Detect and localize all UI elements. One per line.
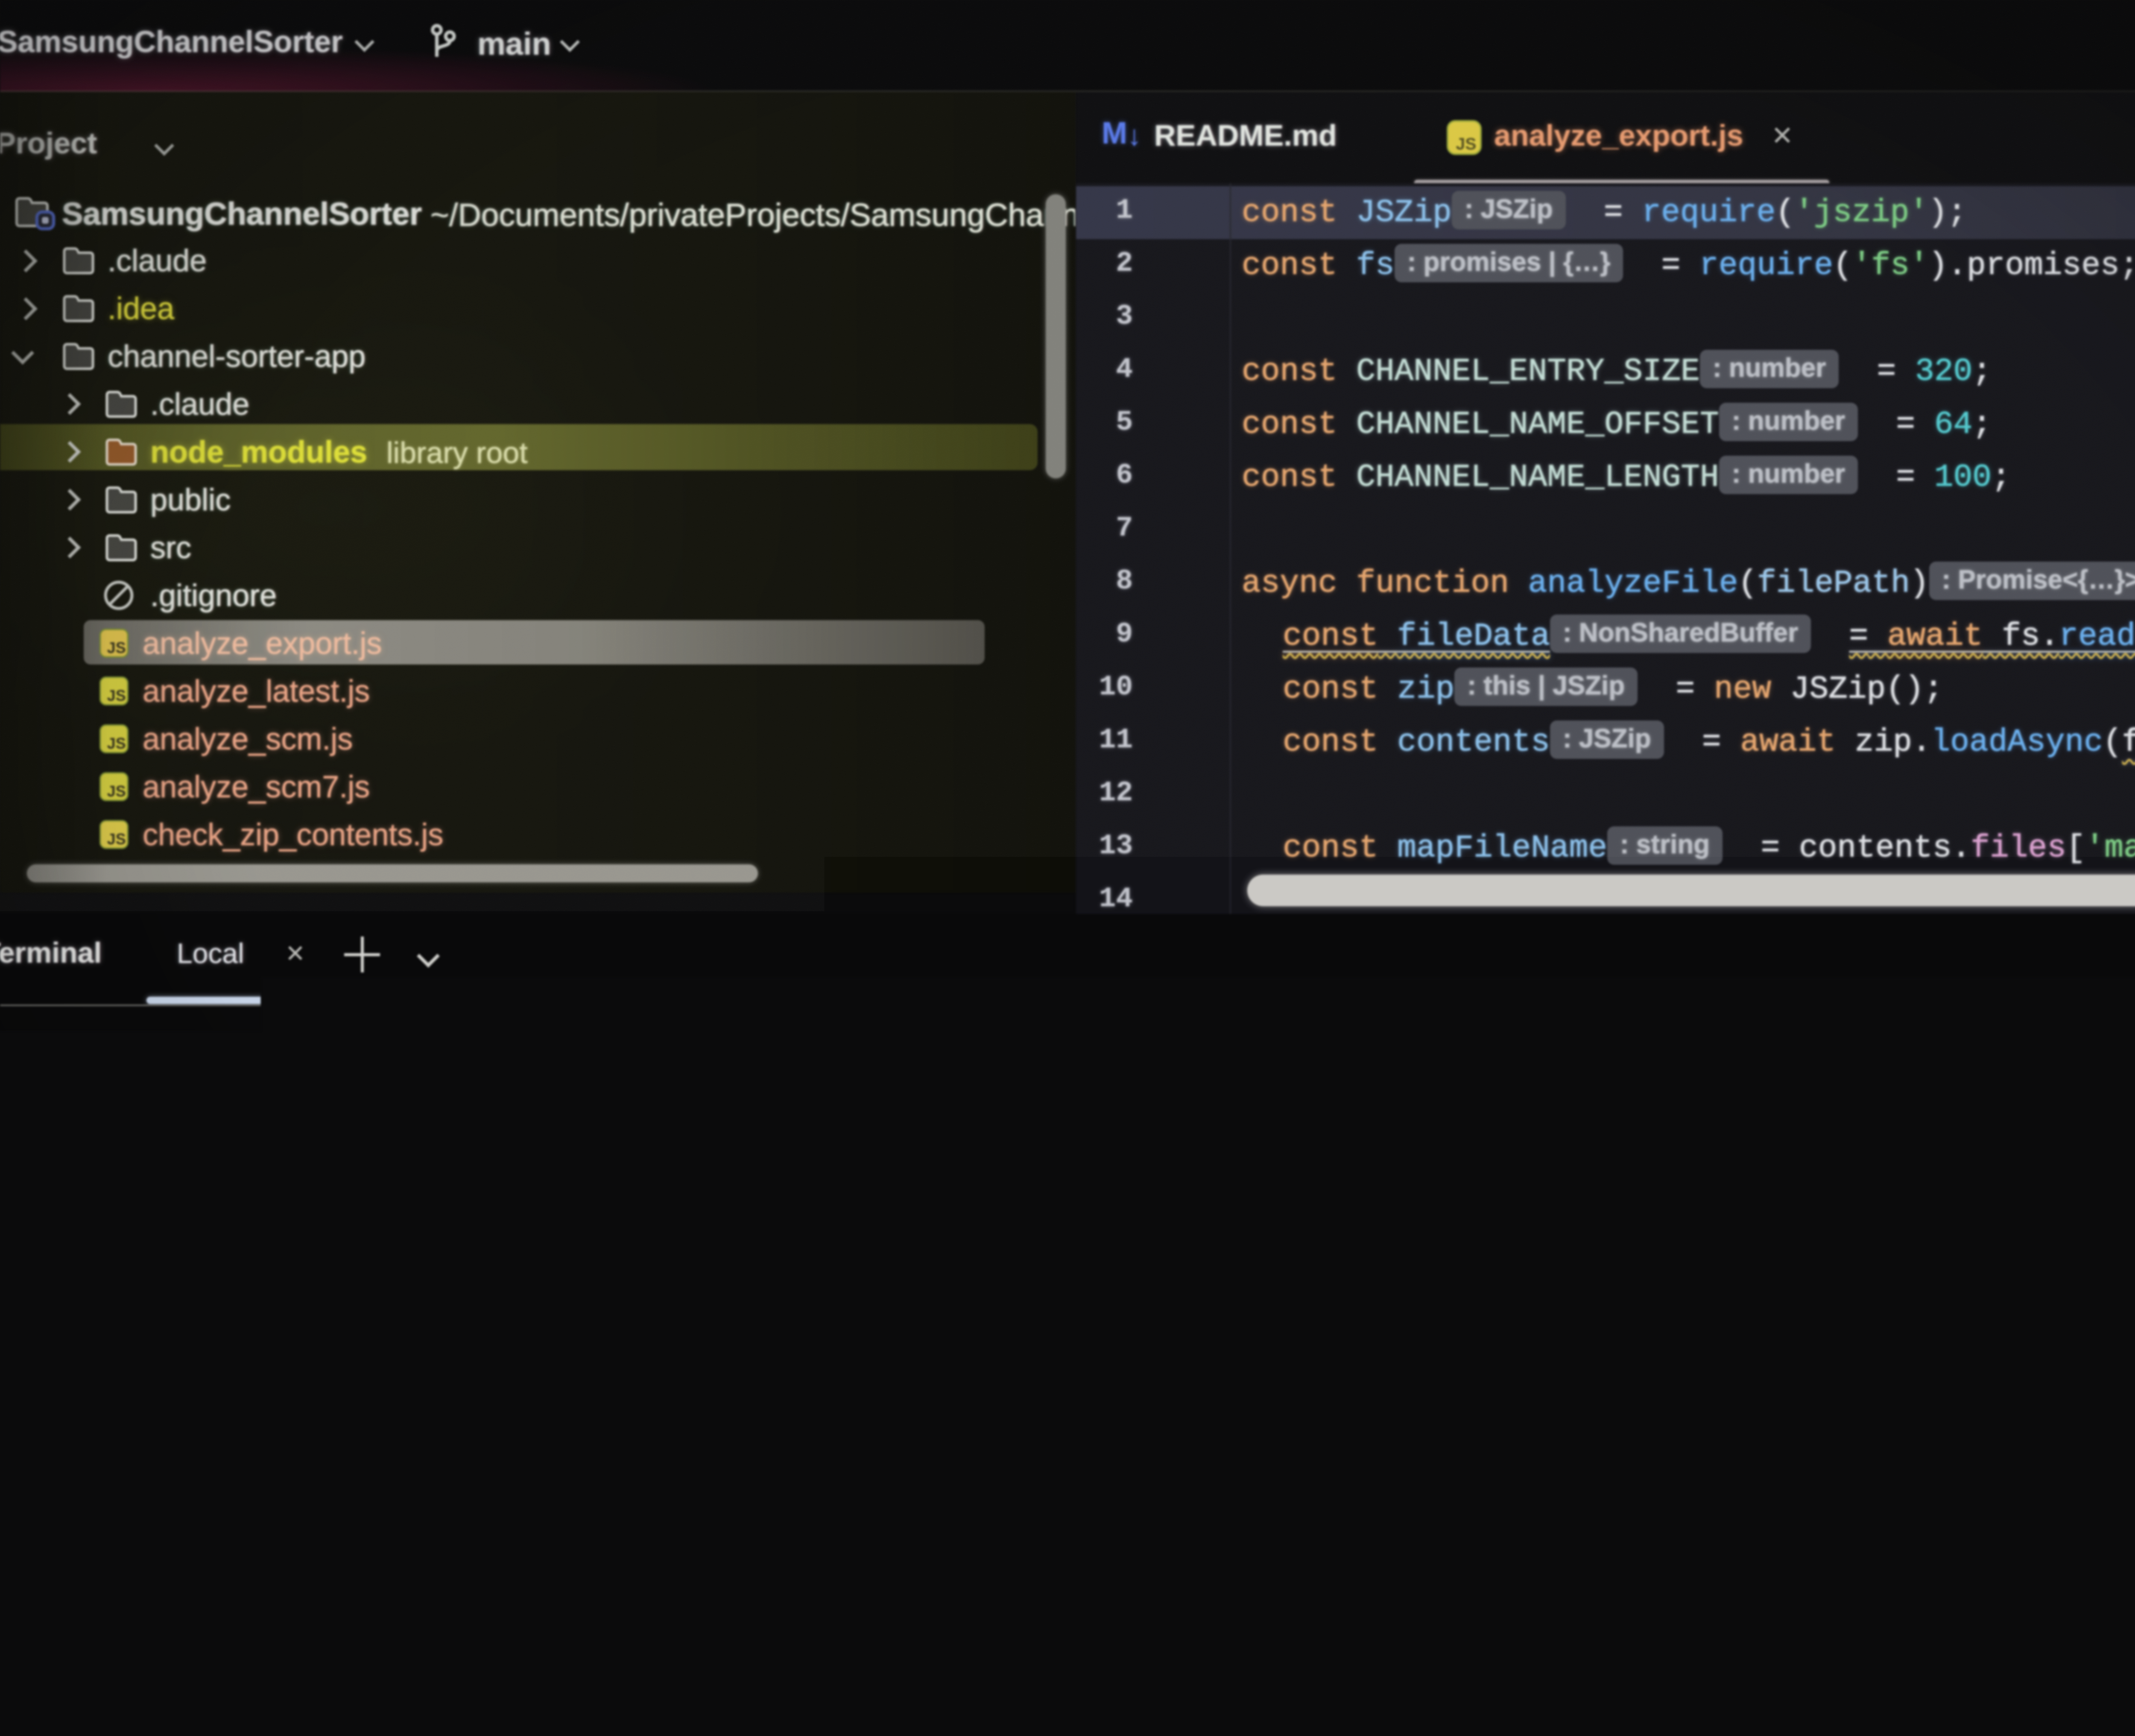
svg-text:JS: JS (107, 830, 126, 848)
svg-text:JS: JS (107, 639, 126, 656)
svg-text:JS: JS (1456, 135, 1476, 153)
svg-text:JS: JS (107, 687, 126, 704)
svg-text:JS: JS (107, 735, 126, 752)
svg-text:JS: JS (107, 782, 126, 800)
